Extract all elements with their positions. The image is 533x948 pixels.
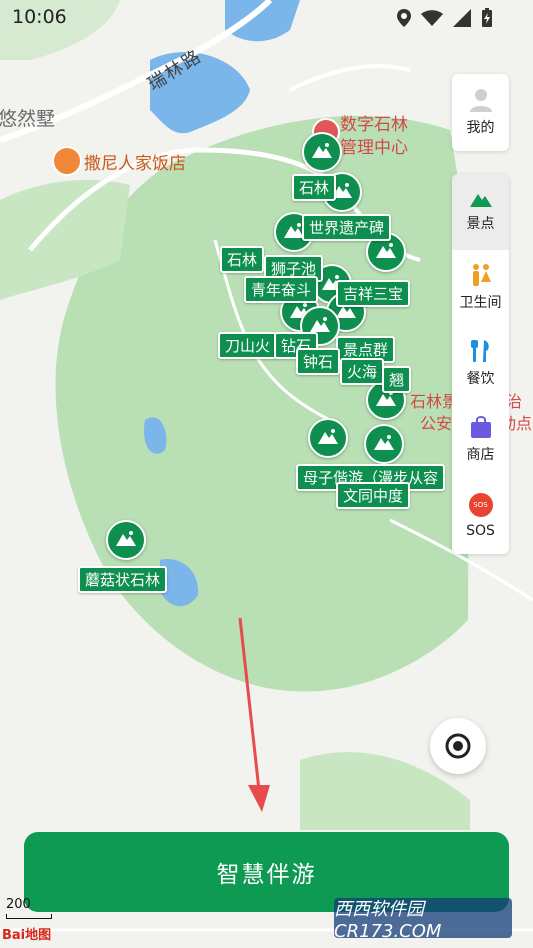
- sos-icon: SOS: [468, 493, 493, 517]
- category-label: 餐饮: [466, 371, 495, 387]
- watermark-logo: 西西软件园 CR173.COM: [334, 898, 512, 942]
- category-menu: 景点 卫生间 餐饮 商店 SOS SOS: [452, 174, 509, 554]
- location-icon: [397, 9, 411, 27]
- poi-label[interactable]: 刀山火: [218, 332, 278, 359]
- side-menu: 我的 景点 卫生间 餐饮 商店 SOS SOS: [452, 74, 509, 554]
- baidu-map-logo: Bai地图: [2, 928, 52, 943]
- status-bar: 10:06: [0, 0, 533, 36]
- wifi-icon: [421, 10, 443, 26]
- poi-label[interactable]: 吉祥三宝: [336, 280, 411, 307]
- management-label-1[interactable]: 数字石林: [340, 110, 408, 135]
- locate-button[interactable]: [430, 718, 486, 774]
- villa-label: 悠然墅: [0, 108, 56, 130]
- scale-bar: [6, 914, 52, 919]
- scale-label: 200: [6, 897, 31, 912]
- restaurant-icon[interactable]: [52, 146, 82, 176]
- poi-label[interactable]: 钟石: [296, 348, 341, 375]
- user-icon: [469, 89, 492, 112]
- poi-label[interactable]: 蘑菇状石林: [78, 566, 168, 593]
- category-shop[interactable]: 商店: [452, 402, 509, 478]
- scenic-pin[interactable]: [308, 418, 348, 458]
- signal-icon: [453, 9, 471, 27]
- mountain-icon: [284, 223, 304, 238]
- restaurant-label[interactable]: 撒尼人家饭店: [84, 149, 186, 174]
- category-label: SOS: [466, 523, 495, 539]
- battery-icon: [482, 8, 492, 27]
- category-label: 商店: [466, 447, 495, 463]
- poi-label[interactable]: 石林: [220, 246, 265, 273]
- shop-icon: [470, 416, 491, 438]
- mountain-icon: [312, 143, 332, 158]
- poi-label[interactable]: 石林: [292, 174, 337, 201]
- category-label: 卫生间: [459, 295, 502, 311]
- category-toilet[interactable]: 卫生间: [452, 250, 509, 326]
- management-label-2[interactable]: 管理中心: [340, 133, 408, 158]
- poi-label[interactable]: 世界遗产碑: [302, 214, 392, 241]
- poi-label[interactable]: 火海: [340, 358, 385, 385]
- profile-label: 我的: [466, 120, 495, 136]
- scenic-pin[interactable]: [302, 132, 342, 172]
- mountain-icon: [116, 531, 136, 546]
- target-icon: [445, 733, 471, 759]
- scenic-pin[interactable]: [106, 520, 146, 560]
- category-sos[interactable]: SOS SOS: [452, 478, 509, 554]
- scenic-pin[interactable]: [364, 424, 404, 464]
- mountain-icon: [376, 243, 396, 258]
- status-time: 10:06: [12, 6, 67, 28]
- category-label: 景点: [466, 216, 495, 232]
- scenic-icon: [469, 194, 492, 207]
- dining-icon: [470, 340, 489, 362]
- mountain-icon: [374, 435, 394, 450]
- toilet-icon: [472, 264, 491, 286]
- poi-label[interactable]: 翘: [382, 366, 412, 393]
- profile-button[interactable]: 我的: [452, 74, 509, 151]
- status-icons: [397, 8, 493, 28]
- poi-label[interactable]: 青年奋斗: [244, 276, 319, 303]
- category-scenic[interactable]: 景点: [452, 174, 509, 250]
- mountain-icon: [318, 429, 338, 444]
- mountain-icon: [310, 317, 330, 332]
- poi-label[interactable]: 文同中度: [336, 482, 411, 509]
- category-dining[interactable]: 餐饮: [452, 326, 509, 402]
